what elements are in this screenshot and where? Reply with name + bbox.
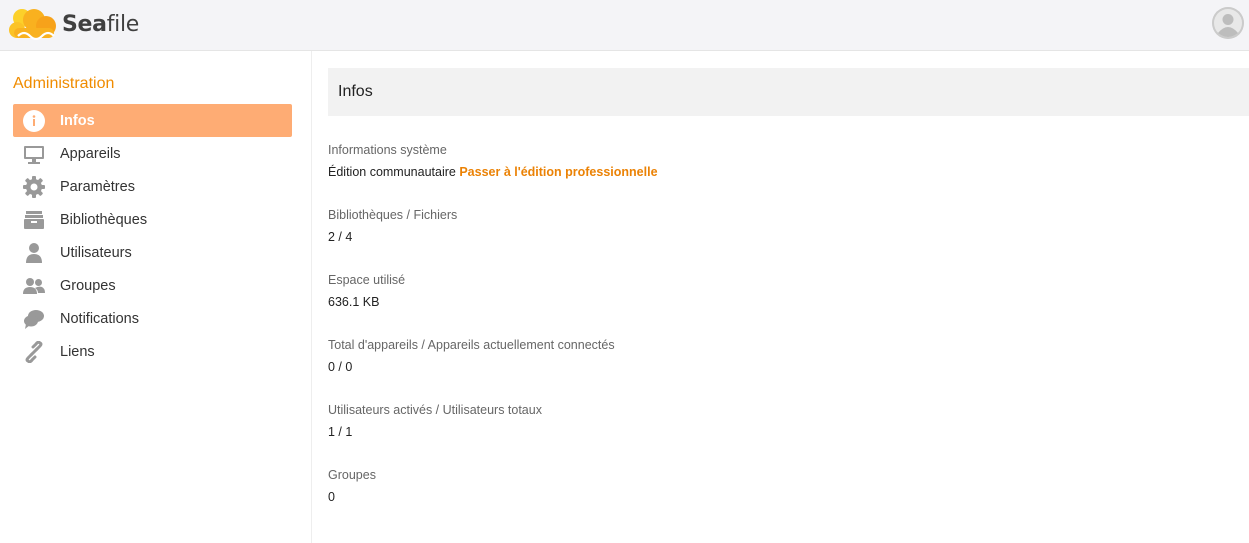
sidebar-item-groupes[interactable]: Groupes	[13, 269, 292, 302]
gear-icon	[22, 175, 46, 199]
sidebar-item-bibliotheques[interactable]: Bibliothèques	[13, 203, 292, 236]
field-label: Bibliothèques / Fichiers	[328, 208, 458, 222]
logo-text-thin: file	[106, 11, 140, 37]
sidebar-item-appareils[interactable]: Appareils	[13, 137, 292, 170]
info-list: Informations système Édition communautai…	[328, 141, 1228, 531]
field-value: 0 / 0	[328, 360, 353, 374]
field-label: Total d'appareils / Appareils actuelleme…	[328, 338, 615, 352]
sidebar-item-label: Paramètres	[60, 178, 135, 195]
sidebar-item-notifications[interactable]: Notifications	[13, 302, 292, 335]
field-value: 2 / 4	[328, 230, 353, 244]
page-title: Infos	[328, 68, 1249, 116]
info-field-space: Espace utilisé 636.1 KB	[328, 271, 1228, 336]
user-icon	[22, 241, 46, 265]
field-label: Groupes	[328, 468, 376, 482]
cloud-logo-icon	[9, 9, 56, 41]
field-value: Édition communautaire Passer à l'édition…	[328, 163, 1228, 181]
sidebar-item-utilisateurs[interactable]: Utilisateurs	[13, 236, 292, 269]
field-label: Espace utilisé	[328, 273, 406, 287]
sidebar-item-infos[interactable]: Infos	[13, 104, 292, 137]
info-field-groups: Groupes 0	[328, 466, 1228, 531]
user-avatar-icon[interactable]	[1212, 7, 1244, 39]
field-value: 0	[328, 490, 335, 504]
sidebar-item-label: Infos	[60, 112, 95, 129]
sidebar-item-label: Utilisateurs	[60, 244, 132, 261]
upgrade-pro-link[interactable]: Passer à l'édition professionnelle	[459, 165, 657, 179]
sidebar-item-label: Groupes	[60, 277, 116, 294]
field-value: 1 / 1	[328, 425, 353, 439]
sidebar-item-label: Bibliothèques	[60, 211, 148, 228]
field-value: 636.1 KB	[328, 295, 380, 309]
sidebar-item-label: Notifications	[60, 310, 139, 327]
info-field-devices: Total d'appareils / Appareils actuelleme…	[328, 336, 1228, 401]
sidebar-item-parametres[interactable]: Paramètres	[13, 170, 292, 203]
sidebar-nav: Infos Appareils Paramètres Bibliothèques…	[13, 104, 292, 368]
sidebar-title: Administration	[13, 75, 115, 92]
info-field-system: Informations système Édition communautai…	[328, 141, 1228, 206]
logo-text: Seafile	[62, 12, 139, 37]
sidebar-item-liens[interactable]: Liens	[13, 335, 292, 368]
chat-icon	[22, 307, 46, 331]
sidebar-item-label: Appareils	[60, 145, 121, 162]
top-header: Seafile	[0, 0, 1249, 51]
info-icon	[22, 109, 46, 133]
sidebar-item-label: Liens	[60, 343, 95, 360]
field-label: Utilisateurs activés / Utilisateurs tota…	[328, 403, 542, 417]
info-field-users: Utilisateurs activés / Utilisateurs tota…	[328, 401, 1228, 466]
main-content: Infos Informations système Édition commu…	[328, 51, 1249, 543]
info-field-libraries: Bibliothèques / Fichiers 2 / 4	[328, 206, 1228, 271]
edition-text: Édition communautaire	[328, 165, 456, 179]
group-icon	[22, 274, 46, 298]
logo-text-bold: Sea	[62, 11, 107, 37]
seafile-logo[interactable]: Seafile	[8, 6, 139, 42]
desktop-icon	[22, 142, 46, 166]
library-icon	[22, 208, 46, 232]
link-icon	[22, 340, 46, 364]
admin-sidebar: Administration Infos Appareils Paramètre…	[0, 51, 312, 543]
field-label: Informations système	[328, 143, 447, 157]
